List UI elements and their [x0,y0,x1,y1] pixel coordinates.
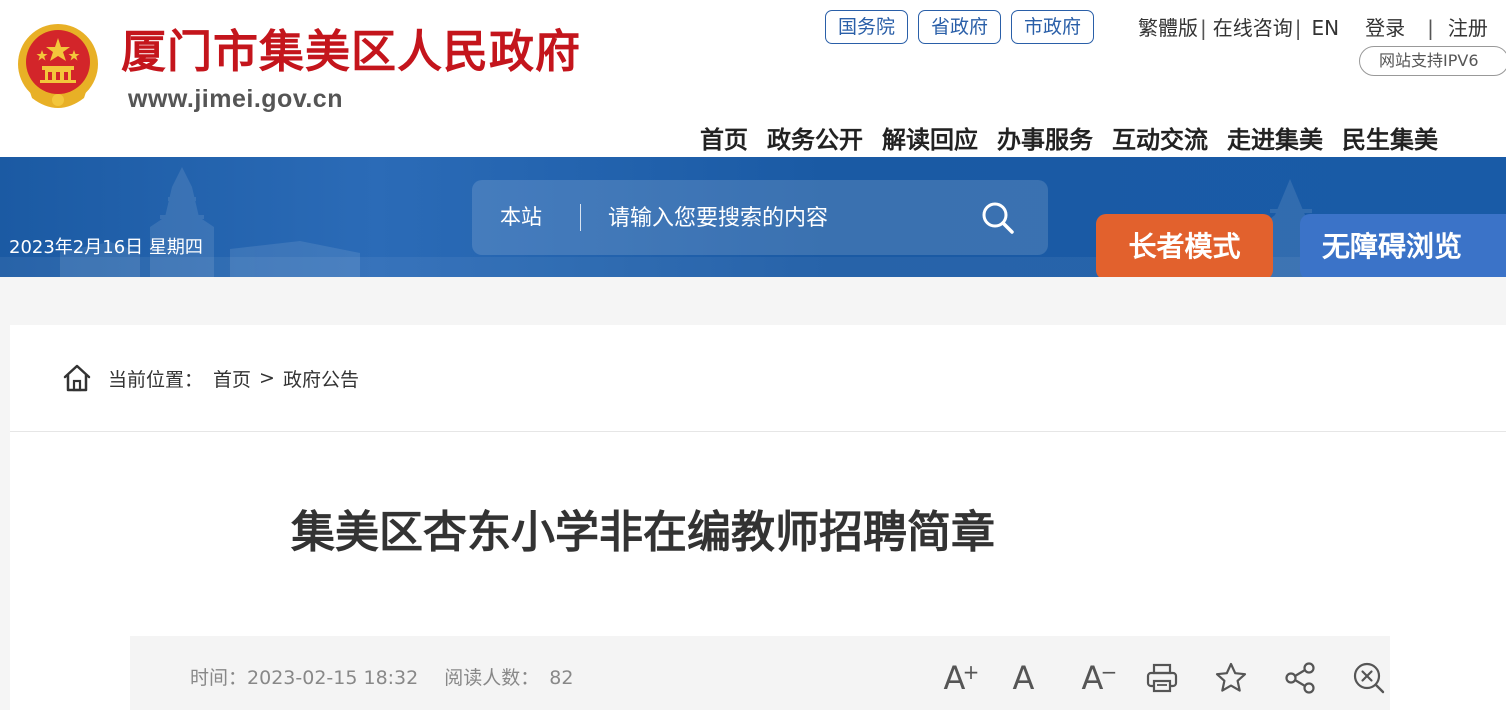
accessible-browse-button[interactable]: 无障碍浏览 [1300,214,1506,277]
main-nav: 首页 政务公开 解读回应 办事服务 互动交流 走进集美 民生集美 [700,122,1438,158]
separator: | [1427,16,1434,40]
banner: 2023年2月16日 星期四 本站 长者模式 无障碍浏览 [0,157,1506,277]
nav-item-about-jimei[interactable]: 走进集美 [1227,122,1323,158]
separator: | [1200,16,1207,40]
breadcrumb-announcements-link[interactable]: 政府公告 [283,365,359,392]
nav-item-interpretation[interactable]: 解读回应 [882,122,978,158]
search-box: 本站 [472,180,1048,255]
separator: | [1294,16,1302,40]
english-link[interactable]: EN [1312,13,1340,43]
article-container: 当前位置： 首页 > 政府公告 集美区杏东小学非在编教师招聘简章 时间：2023… [10,325,1506,710]
search-divider [580,204,581,231]
login-link[interactable]: 登录 [1365,13,1405,43]
site-header: 厦门市集美区人民政府 www.jimei.gov.cn 国务院 省政府 市政府 … [0,0,1506,157]
print-icon [1146,663,1177,693]
font-normal-label: A [1012,659,1035,697]
search-scope-select[interactable]: 本站 [500,180,542,255]
star-icon [1215,662,1246,692]
nav-item-services[interactable]: 办事服务 [997,122,1093,158]
register-link[interactable]: 注册 [1448,13,1488,43]
national-emblem-icon [18,24,98,108]
search-icon[interactable] [980,200,1016,236]
font-normal-button[interactable]: A [989,658,1058,698]
print-button[interactable] [1127,658,1196,698]
time-label: 时间： [190,667,248,689]
gov-links: 国务院 省政府 市政府 [825,10,1095,44]
nav-item-gov-affairs[interactable]: 政务公开 [767,122,863,158]
home-icon[interactable] [62,363,92,393]
minus-sign: − [1100,660,1118,684]
breadcrumb-label: 当前位置： [108,368,204,391]
top-links: 繁體版 | 在线咨询 | EN 登录 | 注册 [1138,13,1488,43]
site-title[interactable]: 厦门市集美区人民政府 [121,22,581,82]
elder-mode-button[interactable]: 长者模式 [1096,214,1273,277]
gov-link-province[interactable]: 省政府 [918,10,1002,44]
search-input[interactable] [608,198,938,238]
current-date: 2023年2月16日 星期四 [9,237,203,258]
gov-link-city[interactable]: 市政府 [1011,10,1095,44]
share-button[interactable] [1265,658,1334,698]
breadcrumb-home-link[interactable]: 首页 [213,365,251,392]
nav-item-home[interactable]: 首页 [700,122,748,158]
article-title: 集美区杏东小学非在编教师招聘简章 [291,507,995,558]
font-increase-button[interactable]: A + [920,658,989,698]
gov-link-state-council[interactable]: 国务院 [825,10,909,44]
divider [10,431,1506,432]
plus-sign: + [962,660,980,684]
article-meta: 时间：2023-02-15 18:32 阅读人数： 82 [190,664,573,692]
breadcrumb: 当前位置： 首页 > 政府公告 [62,363,359,393]
close-icon [1353,662,1384,694]
views-count: 82 [549,667,574,689]
ipv6-badge: 网站支持IPV6 [1359,46,1506,76]
close-button[interactable] [1334,658,1403,698]
views-label: 阅读人数： [444,667,540,689]
article-meta-bar: 时间：2023-02-15 18:32 阅读人数： 82 A + A A − [130,636,1390,710]
site-url: www.jimei.gov.cn [128,85,343,113]
font-decrease-button[interactable]: A − [1058,658,1127,698]
publish-time: 2023-02-15 18:32 [247,667,419,689]
article-tools: A + A A − [920,658,1403,698]
nav-item-interaction[interactable]: 互动交流 [1112,122,1208,158]
online-consult-link[interactable]: 在线咨询 [1213,13,1293,43]
favorite-button[interactable] [1196,658,1265,698]
breadcrumb-separator: > [259,367,275,389]
traditional-chinese-link[interactable]: 繁體版 [1138,13,1198,43]
share-icon [1284,662,1315,694]
nav-item-livelihood[interactable]: 民生集美 [1342,122,1438,158]
